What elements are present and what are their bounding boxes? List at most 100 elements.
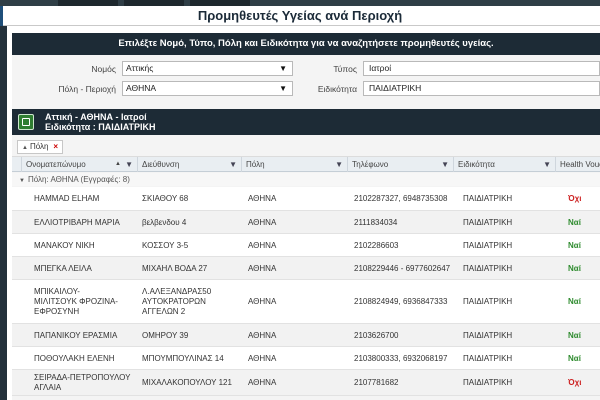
sort-up-icon: ▲	[22, 145, 28, 151]
eidikotita-label: Ειδικότητα	[317, 84, 357, 94]
cell-address-text: Λ.ΑΛΕΞΑΝΔΡΑΣ50	[142, 287, 212, 296]
cell-address-text: ΑΓΓΕΛΩΝ 2	[142, 307, 186, 316]
poli-select[interactable]: ΑΘΗΝΑ ▼	[122, 81, 293, 96]
cell-name: ΣΕΙΡΑΔΑ-ΠΕΤΡΟΠΟΥΛΟΥ ΑΓΛΑΙΑ	[34, 373, 144, 393]
table-row[interactable]: ΜΠΕΓΚΑ ΛΕΙΛΑ ΜΙΧΑΗΛ ΒΟΔΑ 27 ΑΘΗΝΑ 210822944…	[12, 257, 600, 280]
cell-name-text: ΠΟΘΟΥΛΑΚΗ ΕΛΕΝΗ	[34, 354, 115, 363]
table-row[interactable]: ΠΟΘΟΥΛΑΚΗ ΕΛΕΝΗ ΜΠΟΥΜΠΟΥΛΙΝΑΣ 14 ΑΘΗΝΑ 2103…	[12, 347, 600, 370]
cell-address: ΣΚΙΑΘΟΥ 68	[142, 194, 246, 204]
cell-voucher-text: Ναί	[568, 218, 581, 227]
cell-city-text: ΑΘΗΝΑ	[248, 354, 277, 363]
cell-address-text: ΣΚΙΑΘΟΥ 68	[142, 194, 189, 203]
cell-address-text: ΜΙΧΑΗΛ ΒΟΔΑ 27	[142, 264, 208, 273]
title-bar: Προμηθευτές Υγείας ανά Περιοχή	[0, 6, 600, 26]
filter-icon[interactable]: ▼	[229, 157, 237, 172]
cell-specialty-text: ΠΑΙΔΙΑΤΡΙΚΗ	[463, 218, 513, 227]
table-row[interactable]: ΜΠΙΚΑΙΛΟΥ- ΜΙΛΙΤΣΟΥΚ ΦΡΟΖΙΝΑ- ΕΦΡΟΣΥΝΗ Λ.ΑΛ…	[12, 280, 600, 324]
cell-name: ΜΠΙΚΑΙΛΟΥ- ΜΙΛΙΤΣΟΥΚ ΦΡΟΖΙΝΑ- ΕΦΡΟΣΥΝΗ	[34, 287, 144, 317]
cell-name-text: ΣΕΙΡΑΔΑ-ΠΕΤΡΟΠΟΥΛΟΥ	[34, 373, 131, 382]
table-row[interactable]: ΣΕΙΡΑΔΑ-ΠΕΤΡΟΠΟΥΛΟΥ ΑΓΛΑΙΑ ΜΙΧΑΛΑΚΟΠΟΥΛΟΥ …	[12, 370, 600, 396]
cell-voucher: Ναί	[568, 297, 600, 307]
cell-specialty-text: ΠΑΙΔΙΑΤΡΙΚΗ	[463, 297, 513, 306]
filter-icon[interactable]: ▼	[125, 157, 133, 172]
col-address-label: Διεύθυνση	[142, 160, 180, 169]
cell-name: ΠΑΠΑΝΙΚΟΥ ΕΡΑΣΜΙΑ	[34, 331, 144, 341]
nomos-select[interactable]: Αττικής ▼	[122, 61, 293, 76]
group-chip[interactable]: ▲ Πόλη ×	[17, 140, 63, 154]
cell-voucher-text: Ναί	[568, 354, 581, 363]
cell-city-text: ΑΘΗΝΑ	[248, 331, 277, 340]
chevron-down-icon[interactable]: ▼	[279, 62, 287, 75]
cell-phone: 2103626700	[354, 331, 458, 341]
cell-phone-text: 2107781682	[354, 378, 399, 387]
chevron-down-icon[interactable]: ▼	[19, 178, 25, 184]
col-phone-label: Τηλέφωνο	[352, 160, 389, 169]
cell-specialty: ΠΑΙΔΙΑΤΡΙΚΗ	[463, 241, 553, 251]
cell-name-text: ΑΓΛΑΙΑ	[34, 383, 62, 392]
typos-field[interactable]: Ιατροί	[363, 61, 600, 76]
cell-specialty-text: ΠΑΙΔΙΑΤΡΙΚΗ	[463, 354, 513, 363]
cell-specialty: ΠΑΙΔΙΑΤΡΙΚΗ	[463, 264, 553, 274]
cell-name: ΜΠΕΓΚΑ ΛΕΙΛΑ	[34, 264, 144, 274]
nomos-value: Αττικής	[126, 63, 154, 73]
cell-city: ΑΘΗΝΑ	[248, 241, 348, 251]
table-row[interactable]: ΕΛΛΙΟΤΡΙΒΑΡΗ ΜΑΡΙΑ βελβενδου 4 ΑΘΗΝΑ 211183…	[12, 211, 600, 234]
cell-phone: 2103800333, 6932068197	[354, 354, 458, 364]
typos-label: Τύπος	[333, 64, 357, 74]
cell-voucher: Ναί	[568, 241, 600, 251]
cell-city: ΑΘΗΝΑ	[248, 194, 348, 204]
search-instructions: Επιλέξτε Νομό, Τύπο, Πόλη και Ειδικότητα…	[12, 33, 600, 55]
col-address[interactable]: Διεύθυνση ▼	[138, 157, 242, 172]
cell-city-text: ΑΘΗΝΑ	[248, 264, 277, 273]
cell-name-text: ΜΠΙΚΑΙΛΟΥ-	[34, 287, 80, 296]
typos-value: Ιατροί	[369, 63, 392, 73]
filter-icon[interactable]: ▼	[441, 157, 449, 172]
col-phone[interactable]: Τηλέφωνο ▼	[348, 157, 454, 172]
eidikotita-value: ΠΑΙΔΙΑΤΡΙΚΗ	[369, 83, 422, 93]
col-specialty[interactable]: Ειδικότητα ▼	[454, 157, 556, 172]
cell-voucher-text: Ναί	[568, 331, 581, 340]
filter-icon[interactable]: ▼	[543, 157, 551, 172]
cell-city: ΑΘΗΝΑ	[248, 331, 348, 341]
left-sidebar-strip	[0, 26, 7, 400]
cell-voucher: Ναί	[568, 218, 600, 228]
poli-value: ΑΘΗΝΑ	[126, 83, 157, 93]
cell-address-text: βελβενδου 4	[142, 218, 187, 227]
col-voucher[interactable]: Health Voucher	[556, 157, 600, 172]
sort-up-icon: ▲	[115, 161, 121, 167]
cell-address: βελβενδου 4	[142, 218, 246, 228]
cell-voucher: Ναί	[568, 354, 600, 364]
cell-voucher: Ναί	[568, 331, 600, 341]
group-indent-header	[12, 157, 22, 172]
cell-phone-text: 2108824949, 6936847333	[354, 297, 448, 306]
cell-specialty: ΠΑΙΔΙΑΤΡΙΚΗ	[463, 218, 553, 228]
close-icon[interactable]: ×	[53, 141, 58, 153]
cell-phone-text: 2108229446 - 6977602647	[354, 264, 451, 273]
table-row[interactable]: HAMMAD ELHAM ΣΚΙΑΘΟΥ 68 ΑΘΗΝΑ 2102287327, 6…	[12, 187, 600, 211]
cell-phone: 2108229446 - 6977602647	[354, 264, 458, 274]
group-row-label: Πόλη: ΑΘΗΝΑ (Εγγραφές: 8)	[27, 175, 130, 184]
chevron-down-icon[interactable]: ▼	[279, 82, 287, 95]
filter-icon[interactable]: ▼	[335, 157, 343, 172]
export-excel-icon[interactable]	[18, 114, 34, 130]
table-row[interactable]: ΠΑΠΑΝΙΚΟΥ ΕΡΑΣΜΙΑ ΟΜΗΡΟΥ 39 ΑΘΗΝΑ 210362670…	[12, 324, 600, 347]
col-name[interactable]: Ονοματεπώνυμο ▲ ▼	[22, 157, 138, 172]
eidikotita-field[interactable]: ΠΑΙΔΙΑΤΡΙΚΗ	[363, 81, 600, 96]
cell-specialty: ΠΑΙΔΙΑΤΡΙΚΗ	[463, 331, 553, 341]
cell-specialty-text: ΠΑΙΔΙΑΤΡΙΚΗ	[463, 331, 513, 340]
cell-specialty-text: ΠΑΙΔΙΑΤΡΙΚΗ	[463, 378, 513, 387]
table-row[interactable]: ΜΑΝΑΚΟΥ ΝΙΚΗ ΚΟΣΣΟΥ 3-5 ΑΘΗΝΑ 2102286603 ΠΑΙ…	[12, 234, 600, 257]
cell-address: ΜΠΟΥΜΠΟΥΛΙΝΑΣ 14	[142, 354, 246, 364]
cell-voucher-text: Ναί	[568, 241, 581, 250]
cell-phone: 2108824949, 6936847333	[354, 297, 458, 307]
cell-city-text: ΑΘΗΝΑ	[248, 194, 277, 203]
cell-address-text: ΑΥΤΟΚΡΑΤΟΡΩΝ	[142, 297, 206, 306]
cell-voucher: Ναί	[568, 264, 600, 274]
group-row[interactable]: ▼ Πόλη: ΑΘΗΝΑ (Εγγραφές: 8)	[12, 173, 600, 186]
nomos-label: Νομός	[91, 64, 116, 74]
cell-specialty: ΠΑΙΔΙΑΤΡΙΚΗ	[463, 378, 553, 388]
cell-name-text: ΕΛΛΙΟΤΡΙΒΑΡΗ ΜΑΡΙΑ	[34, 218, 120, 227]
cell-phone: 2111834034	[354, 218, 458, 228]
col-city[interactable]: Πόλη ▼	[242, 157, 348, 172]
cell-voucher-text: Όχι	[568, 194, 582, 203]
